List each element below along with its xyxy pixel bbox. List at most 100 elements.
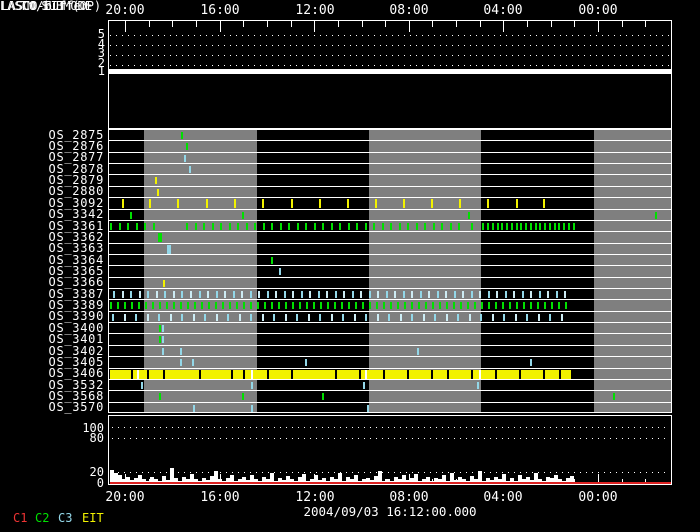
event-tick	[563, 223, 565, 230]
event-tick	[313, 302, 315, 309]
event-tick	[110, 302, 112, 309]
top-axis-tick	[243, 21, 244, 27]
band-white-tick	[365, 370, 367, 379]
event-tick	[193, 405, 195, 412]
event-tick	[203, 223, 205, 230]
event-tick	[135, 314, 137, 321]
event-tick	[242, 212, 244, 219]
row-separator	[109, 163, 671, 164]
event-tick	[236, 302, 238, 309]
event-tick	[297, 223, 299, 230]
event-tick	[180, 359, 182, 366]
event-tick	[279, 268, 281, 275]
event-tick	[446, 302, 448, 309]
top-axis-tick	[645, 21, 646, 27]
event-tick	[199, 291, 201, 298]
event-tick	[428, 291, 430, 298]
band-gap	[359, 370, 361, 379]
tm-gridline	[110, 65, 670, 66]
row-separator	[109, 265, 671, 266]
row-separator	[109, 356, 671, 357]
top-time-label: 00:00	[578, 3, 618, 18]
event-tick	[404, 302, 406, 309]
event-tick	[162, 336, 164, 343]
event-tick	[242, 393, 244, 400]
event-tick	[220, 223, 222, 230]
bottom-time-label: 16:00	[200, 490, 240, 505]
event-tick	[376, 302, 378, 309]
top-time-label: 04:00	[483, 3, 523, 18]
event-tick	[348, 302, 350, 309]
event-tick	[457, 314, 459, 321]
event-tick	[233, 291, 235, 298]
event-tick	[655, 212, 657, 219]
event-tick	[147, 291, 149, 298]
event-tick	[216, 314, 218, 321]
event-tick	[549, 223, 551, 230]
event-tick	[215, 302, 217, 309]
event-tick	[170, 314, 172, 321]
tm-gridline	[110, 55, 670, 56]
row-label: OS_3570	[48, 400, 104, 414]
event-tick	[262, 314, 264, 321]
event-tick	[363, 382, 365, 389]
event-tick	[523, 302, 525, 309]
event-tick	[369, 291, 371, 298]
event-tick	[163, 280, 165, 287]
event-tick	[157, 189, 159, 196]
event-tick	[382, 223, 384, 230]
event-tick	[479, 291, 481, 298]
event-tick	[190, 291, 192, 298]
event-tick	[250, 314, 252, 321]
event-tick	[271, 223, 273, 230]
top-axis-tick	[291, 21, 292, 27]
legend-item-c2: C2	[35, 511, 50, 525]
event-tick	[386, 291, 388, 298]
event-tick	[388, 314, 390, 321]
event-tick	[348, 223, 350, 230]
event-tick	[162, 325, 164, 332]
event-tick	[229, 302, 231, 309]
event-tick	[477, 382, 479, 389]
top-axis-tick	[503, 21, 504, 32]
event-tick	[383, 302, 385, 309]
row-separator	[109, 368, 671, 369]
event-tick	[511, 223, 513, 230]
event-tick	[186, 223, 188, 230]
legend-item-eit: EIT	[82, 511, 104, 525]
event-tick	[251, 405, 253, 412]
event-tick	[407, 223, 409, 230]
event-tick	[347, 199, 349, 208]
band-gap	[519, 370, 521, 379]
top-axis-tick	[480, 21, 481, 27]
event-tick	[305, 223, 307, 230]
event-tick	[334, 302, 336, 309]
event-tick	[273, 314, 275, 321]
event-tick	[420, 291, 422, 298]
event-tick	[417, 348, 419, 355]
event-tick	[158, 314, 160, 321]
event-tick	[539, 223, 541, 230]
event-tick	[145, 302, 147, 309]
event-tick	[424, 223, 426, 230]
event-tick	[124, 302, 126, 309]
event-tick	[229, 223, 231, 230]
event-tick	[237, 223, 239, 230]
event-tick	[158, 233, 162, 242]
band-white-tick	[137, 370, 139, 379]
event-tick	[454, 291, 456, 298]
event-tick	[516, 223, 518, 230]
event-tick	[360, 291, 362, 298]
tm-gridline	[110, 45, 670, 46]
event-tick	[474, 302, 476, 309]
event-tick	[177, 199, 179, 208]
buffer-ytick-label: 80	[89, 431, 104, 445]
legend-item-c1: C1	[13, 511, 28, 525]
event-tick	[341, 302, 343, 309]
event-tick	[453, 302, 455, 309]
event-tick	[496, 291, 498, 298]
top-axis-tick	[196, 21, 197, 27]
band-gap	[291, 370, 293, 379]
event-tick	[189, 166, 191, 173]
row-separator	[109, 231, 671, 232]
